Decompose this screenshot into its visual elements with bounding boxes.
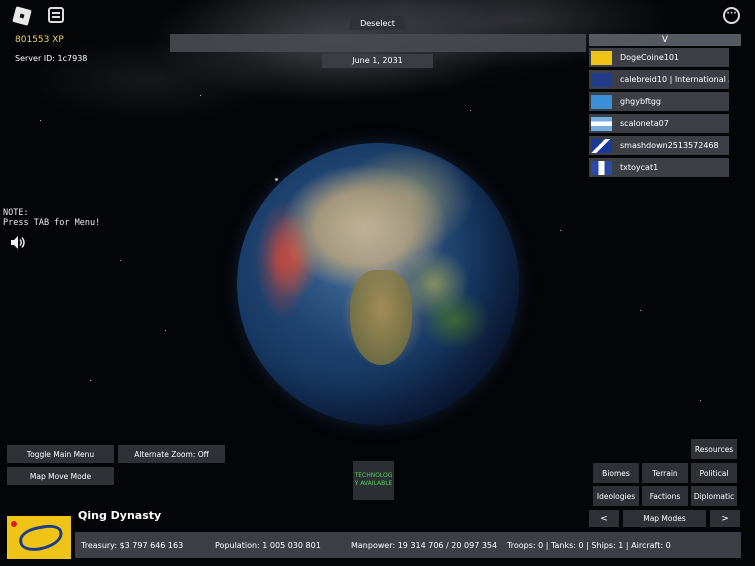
note-title: NOTE: (3, 208, 29, 218)
military-stat: Troops: 0 | Tanks: 0 | Ships: 1 | Aircra… (507, 541, 671, 550)
player-flag-icon (591, 116, 612, 131)
map-mode-prev-button[interactable]: < (589, 510, 619, 527)
map-modes-label-button[interactable]: Map Modes (623, 510, 706, 527)
player-row[interactable]: DogeCoine101 (589, 48, 729, 67)
player-row[interactable]: smashdown2513572468 (589, 136, 729, 155)
player-name: smashdown2513572468 (620, 141, 719, 150)
more-options-icon[interactable]: ··· (723, 7, 740, 24)
player-flag-icon (591, 72, 612, 87)
deselect-button[interactable]: Deselect (350, 16, 405, 30)
player-flag-icon (591, 160, 612, 175)
player-name: txtoycat1 (620, 163, 659, 172)
toggle-main-menu-button[interactable]: Toggle Main Menu (7, 445, 114, 463)
map-mode-terrain-button[interactable]: Terrain (642, 463, 688, 483)
player-flag-icon (591, 94, 612, 109)
player-name: scaloneta07 (620, 119, 669, 128)
note-text: Press TAB for Menu! (3, 218, 101, 228)
manpower-stat: Manpower: 19 314 706 / 20 097 354 (351, 541, 498, 550)
player-row[interactable]: ghgybftgg (589, 92, 729, 111)
player-row[interactable]: calebreid10 | International A (589, 70, 729, 89)
player-row[interactable]: txtoycat1 (589, 158, 729, 177)
player-name: ghgybftgg (620, 97, 662, 106)
map-mode-next-button[interactable]: > (710, 510, 740, 527)
globe-shading (237, 143, 519, 425)
nation-stats-bar: Treasury: $3 797 646 163 Population: 1 0… (75, 532, 741, 558)
flag-dragon (17, 522, 65, 554)
player-flag-icon (591, 50, 612, 65)
speaker-icon[interactable] (10, 235, 27, 250)
top-info-bar (170, 34, 586, 52)
map-mode-political-button[interactable]: Political (691, 463, 737, 483)
population-stat: Population: 1 005 030 801 (215, 541, 321, 550)
map-mode-ideologies-button[interactable]: Ideologies (593, 486, 639, 506)
technology-available-button[interactable]: TECHNOLOG Y AVAILABLE (353, 461, 394, 500)
player-flag-icon (591, 138, 612, 153)
xp-counter: 801553 XP (15, 35, 64, 45)
map-mode-diplomatic-button[interactable]: Diplomatic (691, 486, 737, 506)
player-name: calebreid10 | International A (620, 75, 729, 84)
map-move-mode-button[interactable]: Map Move Mode (7, 467, 114, 485)
player-row[interactable]: scaloneta07 (589, 114, 729, 133)
server-id: Server ID: 1c7938 (15, 54, 88, 63)
game-date: June 1, 2031 (322, 54, 433, 68)
map-mode-biomes-button[interactable]: Biomes (593, 463, 639, 483)
tab-menu-note: NOTE: Press TAB for Menu! (3, 208, 100, 228)
map-mode-resources-button[interactable]: Resources (691, 439, 737, 459)
player-name: DogeCoine101 (620, 53, 680, 62)
player-list-toggle[interactable]: V (589, 34, 741, 46)
map-mode-factions-button[interactable]: Factions (642, 486, 688, 506)
flag-sun (11, 521, 17, 527)
nation-name: Qing Dynasty (78, 509, 162, 522)
alternate-zoom-button[interactable]: Alternate Zoom: Off (118, 445, 225, 463)
nation-flag-icon[interactable] (7, 516, 71, 559)
treasury-stat: Treasury: $3 797 646 163 (81, 541, 184, 550)
chat-icon[interactable] (48, 7, 64, 23)
